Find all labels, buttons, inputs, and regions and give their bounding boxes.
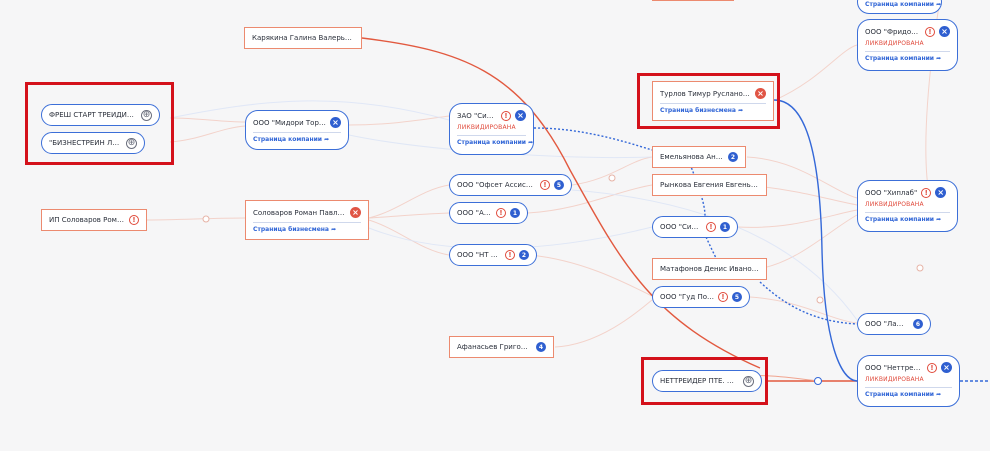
count-badge: 2 xyxy=(728,152,738,162)
company-node-midori[interactable]: ООО "Мидори Торедо" × Страница компании … xyxy=(245,110,349,150)
highlight-frame-turlov xyxy=(637,73,780,129)
businessman-page-link[interactable]: Страница бизнесмена ➦ xyxy=(246,226,368,233)
node-label: ООО "Офсет Ассистанс" xyxy=(457,181,536,189)
close-icon[interactable]: × xyxy=(935,187,947,198)
company-node-ooo-sigma[interactable]: ООО "Сигма" ! 1 xyxy=(652,216,738,238)
person-node-karyakina[interactable]: Карякина Галина Валерьевна xyxy=(244,27,362,49)
warning-icon: ! xyxy=(505,250,515,260)
divider xyxy=(865,387,952,388)
divider xyxy=(865,51,950,52)
divider xyxy=(253,132,341,133)
warning-icon: ! xyxy=(718,292,728,302)
company-page-link[interactable]: Страница компании ➦ xyxy=(858,216,957,223)
company-page-link[interactable]: Страница компании ➦ xyxy=(450,139,533,146)
company-page-link[interactable]: Страница компании ➦ xyxy=(858,391,959,398)
person-node-solovarov[interactable]: Соловаров Роман Павлович × Страница бизн… xyxy=(245,200,369,240)
count-badge: 1 xyxy=(720,222,730,232)
node-label: ООО "Мидори Торедо" xyxy=(253,118,326,127)
company-node-ak[interactable]: ООО "АК -... ! 1 xyxy=(449,202,528,224)
node-label: ООО "Сигма" xyxy=(660,223,702,231)
node-label: Афанасьев Григорий... xyxy=(457,343,532,351)
node-label: ООО "Лама" xyxy=(865,320,905,328)
warning-icon: ! xyxy=(540,180,550,190)
count-badge: 4 xyxy=(536,342,546,352)
node-label: Матафонов Денис Иванович xyxy=(660,265,759,273)
close-icon[interactable]: × xyxy=(350,207,361,218)
status-liquidated: ЛИКВИДИРОВАНА xyxy=(457,124,516,131)
node-label: ЗАО "Сигма" xyxy=(457,111,497,120)
node-label: Карякина Галина Валерьевна xyxy=(252,34,354,42)
warning-icon: ! xyxy=(925,26,935,37)
status-liquidated: ЛИКВИДИРОВАНА xyxy=(865,201,924,208)
node-label: ИП Соловаров Роман... xyxy=(49,216,125,224)
company-page-link[interactable]: Страница компании ➦ xyxy=(858,55,957,62)
count-badge: 2 xyxy=(519,250,529,260)
company-node-hiplab[interactable]: ООО "Хиплаб" ! × ЛИКВИДИРОВАНА Страница … xyxy=(857,180,958,232)
person-node-top-partial xyxy=(652,0,734,1)
node-label: ООО "Неттрейдер" xyxy=(865,363,923,372)
divider xyxy=(865,212,950,213)
person-node-ip-solovarov[interactable]: ИП Соловаров Роман... ! xyxy=(41,209,147,231)
company-node-zao-sigma[interactable]: ЗАО "Сигма" ! × ЛИКВИДИРОВАНА Страница к… xyxy=(449,103,534,155)
node-label: Емельянова Анна... xyxy=(660,153,724,161)
connection-lines xyxy=(146,0,990,385)
highlight-frame-left-companies xyxy=(25,82,174,165)
warning-icon: ! xyxy=(921,187,932,198)
company-node-offset[interactable]: ООО "Офсет Ассистанс" ! 5 xyxy=(449,174,572,196)
company-node-gud-poker[interactable]: ООО "Гуд Покер" ! 5 xyxy=(652,286,750,308)
divider xyxy=(253,222,361,223)
count-badge: 6 xyxy=(913,319,923,329)
company-node-nt-oil[interactable]: ООО "НТ Ойл" ! 2 xyxy=(449,244,537,266)
close-icon[interactable]: × xyxy=(515,110,526,121)
node-label: ООО "НТ Ойл" xyxy=(457,251,501,259)
count-badge: 1 xyxy=(510,208,520,218)
warning-icon: ! xyxy=(501,110,511,121)
node-label: ООО "АК -... xyxy=(457,209,492,217)
node-label: ООО "Фридом РС" xyxy=(865,27,921,36)
node-label: Рынкова Евгения Евгеньевна xyxy=(660,181,759,189)
company-node-fridom[interactable]: ООО "Фридом РС" ! × ЛИКВИДИРОВАНА Страни… xyxy=(857,19,958,71)
node-label: ООО "Гуд Покер" xyxy=(660,293,714,301)
person-node-matafonov[interactable]: Матафонов Денис Иванович xyxy=(652,258,767,280)
node-label: Соловаров Роман Павлович xyxy=(253,208,346,217)
close-icon[interactable]: × xyxy=(941,362,952,373)
company-node-nettreider[interactable]: ООО "Неттрейдер" ! × ЛИКВИДИРОВАНА Стран… xyxy=(857,355,960,407)
status-liquidated: ЛИКВИДИРОВАНА xyxy=(865,376,924,383)
highlight-frame-nettreider-pte xyxy=(641,357,768,405)
person-node-emelyanova[interactable]: Емельянова Анна... 2 xyxy=(652,146,746,168)
close-icon[interactable]: × xyxy=(939,26,950,37)
company-node-top-partial[interactable]: Страница компании ➦ xyxy=(857,0,942,14)
warning-icon: ! xyxy=(129,215,139,225)
person-node-afanasiev[interactable]: Афанасьев Григорий... 4 xyxy=(449,336,554,358)
warning-icon: ! xyxy=(706,222,716,232)
count-badge: 5 xyxy=(732,292,742,302)
warning-icon: ! xyxy=(927,362,937,373)
divider xyxy=(457,135,526,136)
person-node-rynkova[interactable]: Рынкова Евгения Евгеньевна xyxy=(652,174,767,196)
status-liquidated: ЛИКВИДИРОВАНА xyxy=(865,40,924,47)
company-page-link[interactable]: Страница компании ➦ xyxy=(858,1,941,8)
count-badge: 5 xyxy=(554,180,564,190)
company-page-link[interactable]: Страница компании ➦ xyxy=(246,136,348,143)
company-node-lama[interactable]: ООО "Лама" 6 xyxy=(857,313,931,335)
warning-icon: ! xyxy=(496,208,506,218)
node-label: ООО "Хиплаб" xyxy=(865,188,918,197)
close-icon[interactable]: × xyxy=(330,117,341,128)
